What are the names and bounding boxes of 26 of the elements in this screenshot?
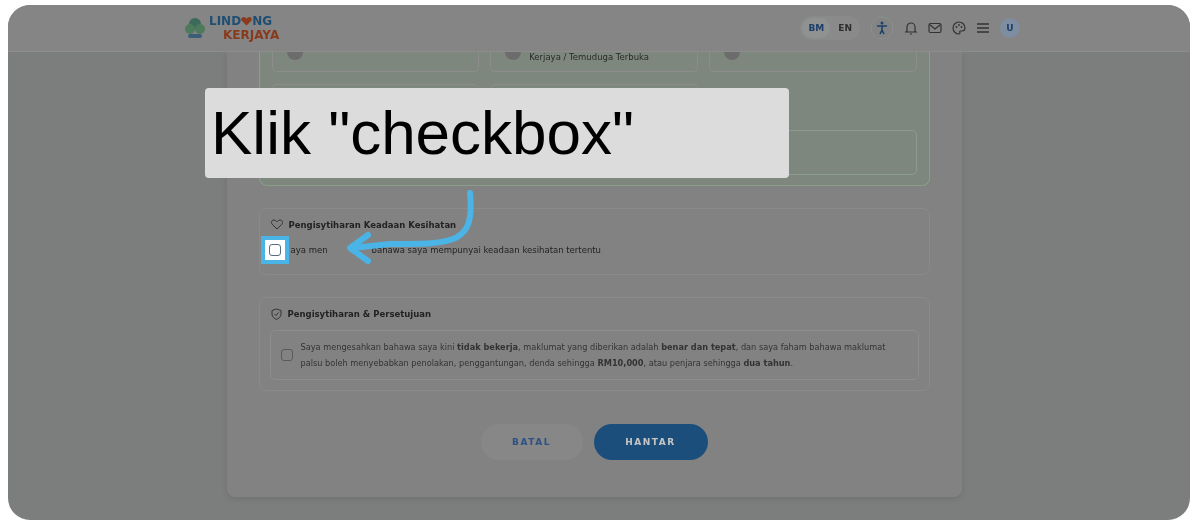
bell-icon[interactable] bbox=[904, 21, 918, 35]
heart-icon bbox=[241, 16, 253, 26]
menu-icon[interactable] bbox=[976, 22, 990, 34]
checkbox[interactable] bbox=[280, 349, 293, 361]
logo-subtitle: KERJAYA bbox=[222, 28, 280, 42]
heart-icon bbox=[270, 219, 283, 230]
submit-button[interactable]: HANTAR bbox=[593, 424, 708, 460]
language-button[interactable]: EN bbox=[832, 18, 858, 38]
checkbox-label: bahawa saya mempunyai keadaan kesihatan tertentu bbox=[371, 245, 601, 255]
logo-text: NG bbox=[252, 14, 273, 28]
section-title: Pengisytiharan Keadaan Kesihatan bbox=[288, 219, 457, 230]
instruction-tooltip: Klik "checkbox" bbox=[205, 88, 789, 178]
language-button[interactable]: BM bbox=[802, 18, 831, 38]
mail-icon[interactable] bbox=[928, 22, 942, 34]
checkbox[interactable] bbox=[268, 244, 281, 256]
section-title: Pengisytiharan & Persetujuan bbox=[287, 309, 432, 319]
accessibility-icon[interactable] bbox=[870, 16, 894, 40]
checkbox-label: aya men bbox=[290, 245, 328, 255]
cancel-button[interactable]: BATAL bbox=[480, 424, 583, 460]
tree-emblem-icon bbox=[184, 16, 206, 40]
logo-text: LIND bbox=[209, 14, 242, 28]
declaration-text: Saya mengesahkan bahawa saya kini tidak bekerja, maklumat yang diberikan adalah benar dan tepat, dan saya faham bahawa maklumat palsu boleh menyebabkan penolakan, penggantungan, denda sehingga RM10,000, atau penjara sehingga dua tahun. bbox=[300, 341, 887, 370]
shield-check-icon bbox=[270, 308, 282, 320]
palette-icon[interactable] bbox=[952, 21, 966, 35]
user-avatar[interactable]: U bbox=[1000, 18, 1020, 38]
summary-label: Kerjaya / Temuduga Terbuka bbox=[529, 52, 650, 62]
